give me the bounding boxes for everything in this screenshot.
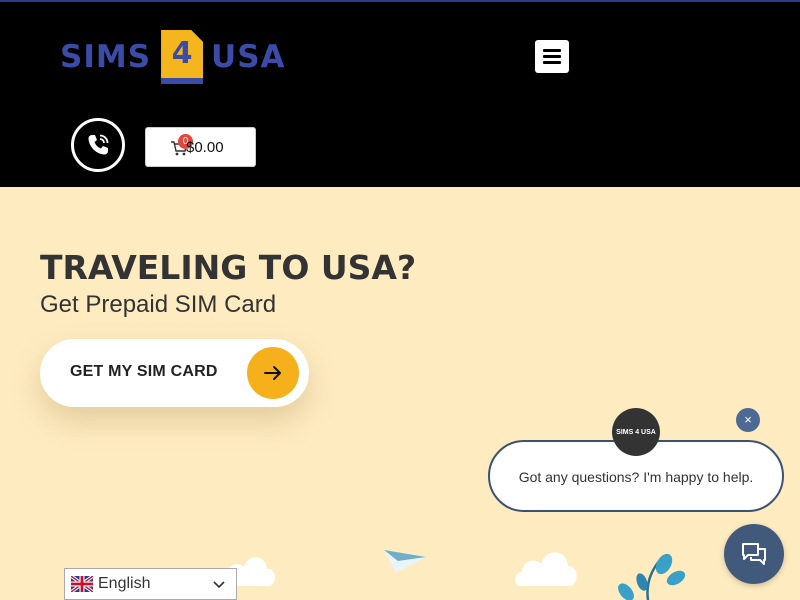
cloud-illustration-right: [515, 552, 577, 586]
paper-plane-illustration: [384, 550, 426, 573]
cart-total: $0.00: [186, 139, 224, 156]
chat-launcher-button[interactable]: [724, 524, 784, 584]
logo-number: 4: [171, 36, 193, 71]
avatar-logo-text: SIMS 4 USA: [616, 428, 656, 436]
language-selector[interactable]: English: [64, 568, 237, 600]
phone-ringing-icon: [88, 134, 109, 155]
plant-illustration: [618, 553, 686, 600]
uk-flag-icon: [71, 576, 93, 592]
logo-word-sims: SIMS: [60, 39, 152, 75]
hamburger-menu-icon: [543, 49, 561, 52]
chat-greeting-text: Got any questions? I'm happy to help.: [518, 469, 754, 485]
site-header: SIMS 4 USA 0 $0.00: [0, 2, 800, 187]
menu-toggle-button[interactable]: [535, 40, 569, 73]
cta-arrow-circle: [247, 347, 299, 399]
logo-sim-card-icon: 4: [161, 30, 204, 84]
selected-language: English: [98, 575, 151, 592]
chevron-down-icon: [213, 581, 225, 589]
chat-bubbles-icon: [742, 543, 766, 565]
chat-agent-avatar: SIMS 4 USA: [612, 408, 660, 456]
phone-call-button[interactable]: [71, 118, 125, 172]
get-sim-card-button[interactable]: GET MY SIM CARD: [40, 339, 309, 407]
cart-button[interactable]: 0 $0.00: [145, 127, 256, 167]
arrow-right-icon: [264, 366, 281, 380]
logo-word-usa: USA: [211, 39, 286, 75]
site-logo[interactable]: SIMS 4 USA: [60, 30, 286, 84]
chat-close-button[interactable]: ×: [736, 408, 760, 432]
hero-title: TRAVELING TO USA?: [40, 248, 417, 287]
cta-label: GET MY SIM CARD: [70, 363, 218, 380]
hero-subtitle: Get Prepaid SIM Card: [40, 291, 277, 318]
